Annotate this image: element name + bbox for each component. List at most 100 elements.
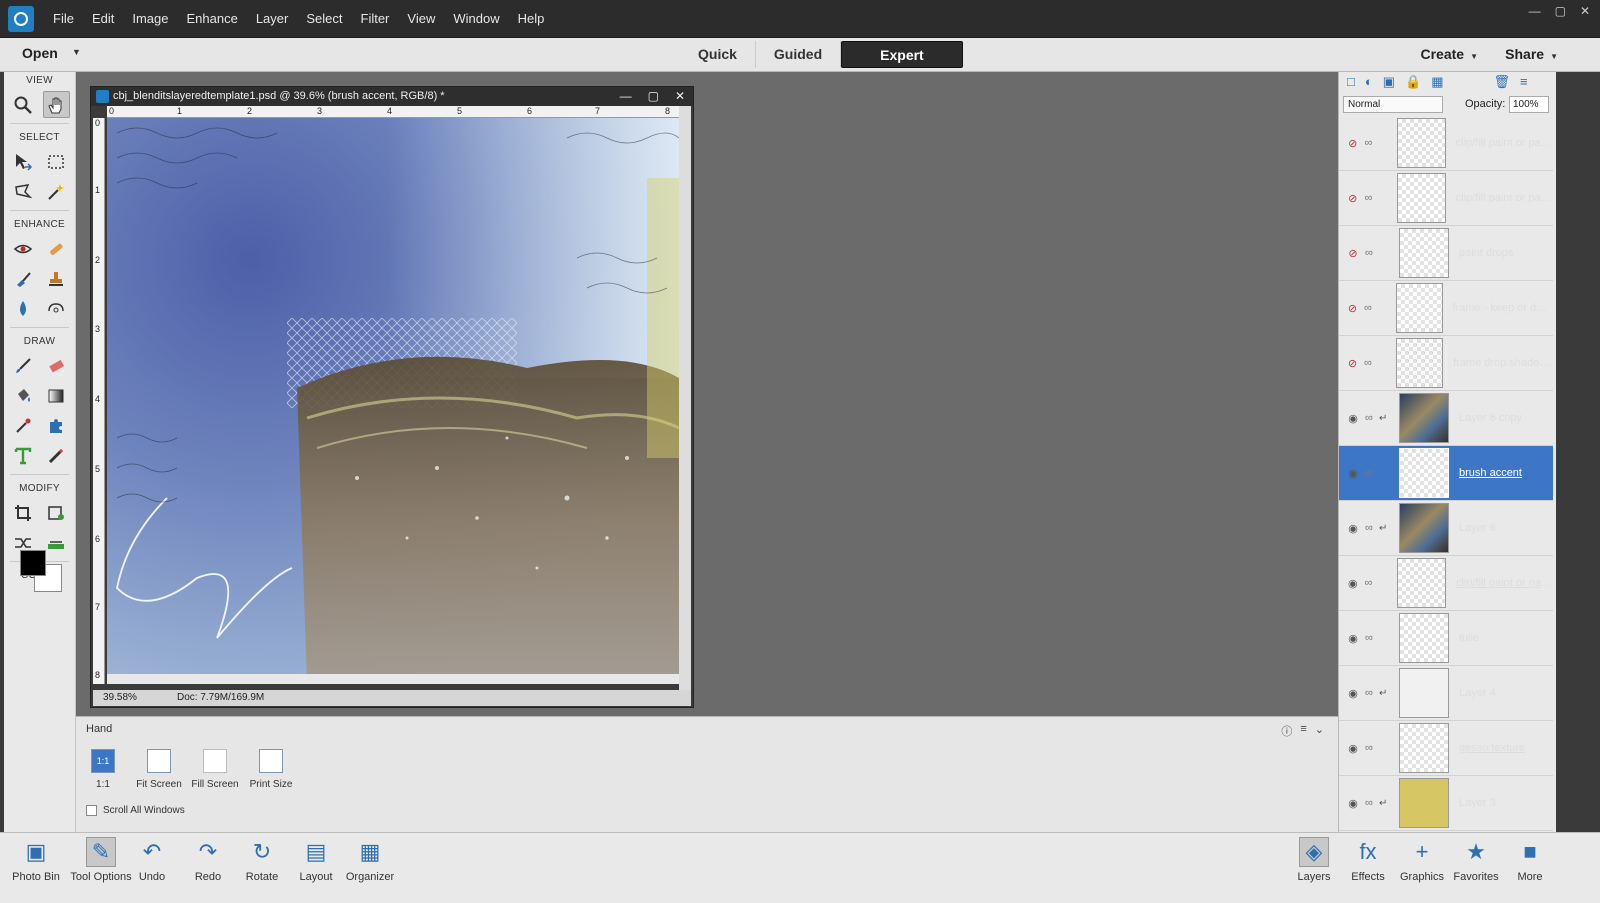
link-icon[interactable]: ∞ [1365, 412, 1379, 424]
minimize-icon[interactable]: — [620, 87, 632, 106]
layer-name[interactable]: clip/fill paint or paper [1456, 192, 1553, 204]
menu-filter[interactable]: Filter [352, 11, 399, 26]
hidden-eye-icon[interactable]: ⊘ [1345, 192, 1360, 205]
layer-row[interactable]: ◉ ∞ tulle [1339, 611, 1553, 666]
red-eye-tool[interactable] [10, 235, 37, 262]
tab-expert[interactable]: Expert [841, 41, 963, 68]
create-button[interactable]: Create ▼ [1420, 46, 1478, 62]
layer-thumbnail[interactable] [1399, 723, 1449, 773]
link-icon[interactable]: ∞ [1365, 742, 1379, 754]
eraser-tool[interactable] [43, 352, 70, 379]
maximize-icon[interactable]: ▢ [1555, 4, 1566, 18]
link-icon[interactable]: ∞ [1365, 467, 1379, 479]
new-layer-icon[interactable]: □ [1347, 74, 1355, 90]
layer-row[interactable]: ◉ ∞ gesso texture [1339, 721, 1553, 776]
panel-menu-icon[interactable]: ≡ [1520, 74, 1528, 90]
layer-row[interactable]: ◉ ∞ ↵ Layer 6 copy [1339, 391, 1553, 446]
layer-name[interactable]: paint drops [1459, 247, 1513, 259]
hidden-eye-icon[interactable]: ⊘ [1345, 357, 1360, 370]
layer-row[interactable]: ⊘ ∞ frame - keep or delete [1339, 281, 1553, 336]
photo-bin-button[interactable]: ▣ Photo Bin [10, 837, 62, 883]
menu-layer[interactable]: Layer [247, 11, 298, 26]
menu-edit[interactable]: Edit [83, 11, 123, 26]
marquee-tool[interactable] [43, 148, 70, 175]
layer-thumbnail[interactable] [1397, 118, 1446, 168]
layer-name[interactable]: brush accent [1459, 467, 1522, 479]
layer-name[interactable]: frame - keep or delete [1453, 302, 1554, 314]
layout-button[interactable]: ▤ Layout [290, 837, 342, 883]
smart-brush-tool[interactable] [10, 265, 37, 292]
panel-menu-icon[interactable]: ≡ [1300, 723, 1306, 739]
blend-mode-select[interactable]: Normal [1343, 96, 1443, 113]
menu-file[interactable]: File [44, 11, 83, 26]
tab-quick[interactable]: Quick [680, 41, 756, 68]
layers-panel-button[interactable]: ◈ Layers [1288, 837, 1340, 883]
tab-guided[interactable]: Guided [756, 41, 842, 68]
link-icon[interactable]: ∞ [1365, 797, 1379, 809]
help-icon[interactable]: ⓘ [1281, 723, 1292, 739]
opacity-input[interactable]: 100% [1509, 96, 1549, 113]
effects-panel-button[interactable]: fx Effects [1342, 837, 1394, 883]
layer-thumbnail[interactable] [1397, 558, 1446, 608]
layer-row[interactable]: ⊘ ∞ clip/fill paint or paper [1339, 171, 1553, 226]
visibility-eye-icon[interactable]: ◉ [1345, 577, 1361, 590]
visibility-eye-icon[interactable]: ◉ [1345, 742, 1361, 755]
close-icon[interactable]: ✕ [1580, 4, 1590, 18]
rotate-button[interactable]: ↻ Rotate [236, 837, 288, 883]
link-icon[interactable]: ∞ [1364, 302, 1377, 314]
layer-name[interactable]: frame drop shadow ... [1453, 357, 1553, 369]
layer-name[interactable]: Layer 6 copy [1459, 412, 1522, 424]
hand-tool[interactable] [42, 91, 70, 118]
share-button[interactable]: Share ▼ [1505, 46, 1558, 62]
menu-window[interactable]: Window [444, 11, 508, 26]
layer-row[interactable]: ◉ ∞ clip/fill paint or pap... [1339, 556, 1553, 611]
link-icon[interactable]: ∞ [1365, 632, 1379, 644]
layer-thumbnail[interactable] [1399, 393, 1449, 443]
layer-name[interactable]: Layer 4 [1459, 687, 1496, 699]
layer-row[interactable]: ⊘ ∞ frame drop shadow ... [1339, 336, 1553, 391]
layer-thumbnail[interactable] [1399, 503, 1449, 553]
clone-stamp-tool[interactable] [43, 265, 70, 292]
gradient-tool[interactable] [43, 382, 70, 409]
recompose-tool[interactable] [43, 499, 70, 526]
chevron-down-icon[interactable]: ⌄ [1315, 723, 1324, 739]
sponge-tool[interactable] [43, 295, 70, 322]
menu-enhance[interactable]: Enhance [178, 11, 247, 26]
more-panel-button[interactable]: ■ More [1504, 837, 1556, 883]
trash-icon[interactable]: 🗑 [1494, 74, 1511, 90]
layer-row[interactable]: ◉ ∞ ↵ Layer 4 [1339, 666, 1553, 721]
visibility-eye-icon[interactable]: ◉ [1345, 632, 1361, 645]
visibility-eye-icon[interactable]: ◉ [1345, 467, 1361, 480]
graphics-panel-button[interactable]: + Graphics [1396, 837, 1448, 883]
link-icon[interactable]: ∞ [1364, 192, 1378, 204]
zoom-level[interactable]: 39.58% [103, 690, 137, 706]
adjustment-layer-icon[interactable]: ◐ [1365, 74, 1373, 90]
layer-row[interactable]: ◉ ∞ brush accent [1339, 446, 1553, 501]
visibility-eye-icon[interactable]: ◉ [1345, 797, 1361, 810]
organizer-button[interactable]: ▦ Organizer [344, 837, 396, 883]
lock-all-icon[interactable]: ▦ [1431, 74, 1443, 90]
link-icon[interactable]: ∞ [1364, 137, 1378, 149]
link-icon[interactable]: ∞ [1365, 687, 1379, 699]
visibility-eye-icon[interactable]: ◉ [1345, 412, 1361, 425]
layer-name[interactable]: Layer 6 [1459, 522, 1496, 534]
link-icon[interactable]: ∞ [1365, 247, 1379, 259]
layer-name[interactable]: gesso texture [1459, 742, 1525, 754]
link-icon[interactable]: ∞ [1365, 522, 1379, 534]
custom-shape-tool[interactable] [43, 412, 70, 439]
vertical-scrollbar[interactable] [679, 106, 691, 696]
layer-thumbnail[interactable] [1399, 448, 1449, 498]
zoom-tool[interactable] [10, 91, 37, 118]
hidden-eye-icon[interactable]: ⊘ [1345, 247, 1361, 260]
scroll-all-windows-option[interactable]: Scroll All Windows [86, 805, 185, 816]
layer-name[interactable]: clip/fill paint or paper [1456, 137, 1553, 149]
layer-thumbnail[interactable] [1399, 613, 1449, 663]
layer-thumbnail[interactable] [1395, 338, 1444, 388]
eyedropper-tool[interactable] [10, 412, 37, 439]
layer-thumbnail[interactable] [1399, 228, 1449, 278]
print-size-button[interactable]: Print Size [234, 749, 308, 790]
image-canvas[interactable] [107, 118, 679, 684]
layer-thumbnail[interactable] [1395, 283, 1443, 333]
layer-row[interactable]: ⊘ ∞ clip/fill paint or paper [1339, 116, 1553, 171]
open-dropdown-icon[interactable]: ▼ [72, 47, 81, 57]
